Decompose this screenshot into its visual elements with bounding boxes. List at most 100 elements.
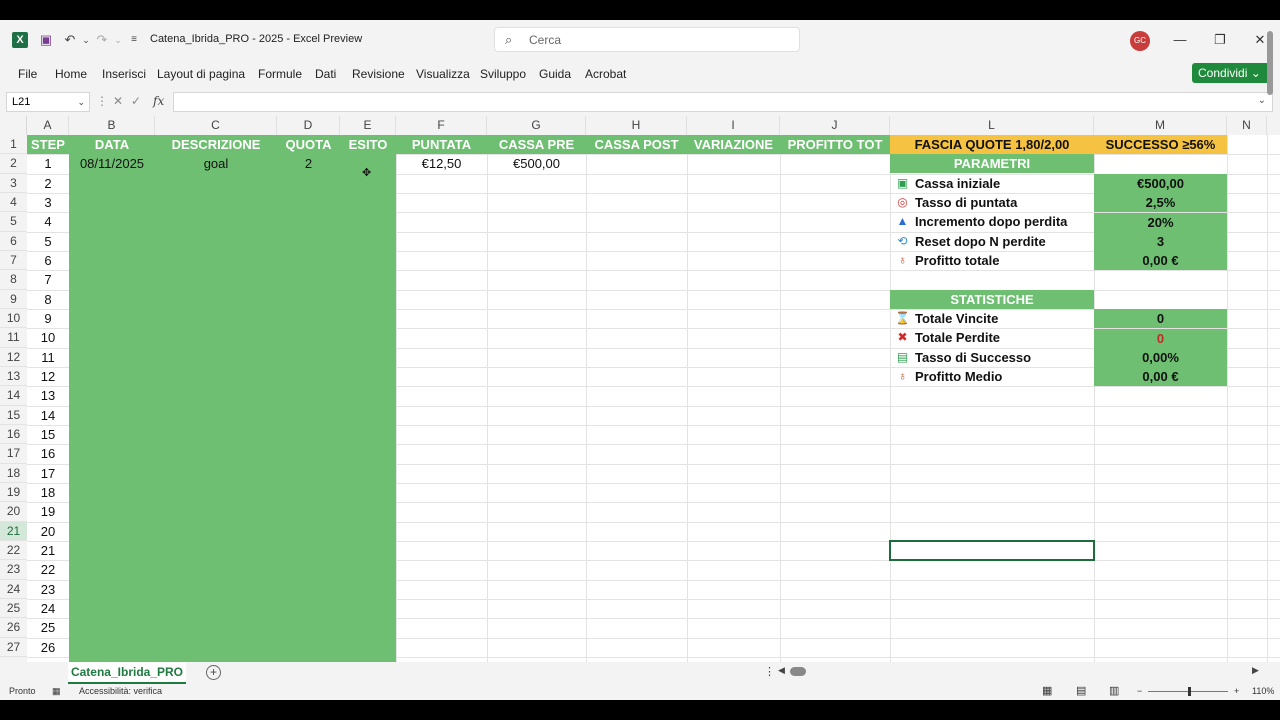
macro-icon[interactable]: ▦	[52, 686, 61, 697]
cell-step[interactable]: 24	[27, 599, 69, 618]
row-header[interactable]: 21	[0, 521, 27, 541]
cell-step[interactable]: 16	[27, 444, 69, 463]
sheet-tab[interactable]: Catena_Ibrida_PRO	[68, 662, 186, 684]
row-header[interactable]: 22	[0, 541, 27, 561]
restore-button[interactable]: ❐	[1205, 29, 1235, 51]
accessibility-status[interactable]: Accessibilità: verifica	[79, 686, 162, 696]
add-sheet-icon[interactable]: +	[206, 665, 221, 680]
cell-step[interactable]: 19	[27, 502, 69, 521]
tab-acrobat[interactable]: Acrobat	[585, 67, 626, 81]
scroll-right-icon[interactable]: ▶	[1252, 665, 1259, 676]
cell-step[interactable]: 26	[27, 638, 69, 657]
worksheet-grid[interactable]: A B C D E F G H I J L M N 1 2 3 4 5 6 7 8 9 10 11 1…	[0, 116, 1280, 662]
column-header[interactable]: L	[890, 116, 1094, 135]
redo-dropdown-icon[interactable]: ⌄	[110, 32, 126, 48]
cell-step[interactable]: 5	[27, 232, 69, 251]
cell-step[interactable]: 12	[27, 367, 69, 386]
header-data[interactable]: DATA	[69, 135, 155, 154]
column-header[interactable]: B	[69, 116, 155, 135]
parametri-value[interactable]: €500,00	[1094, 174, 1227, 194]
expand-formula-icon[interactable]: ⌄	[1258, 95, 1266, 106]
header-cassa-pre[interactable]: CASSA PRE	[487, 135, 586, 154]
cell-step[interactable]: 13	[27, 386, 69, 405]
cancel-icon[interactable]: ✕	[113, 94, 123, 108]
cell-step[interactable]: 6	[27, 251, 69, 270]
tab-inserisci[interactable]: Inserisci	[102, 67, 146, 81]
search-input[interactable]: ⌕ Cerca	[494, 27, 800, 52]
selected-cell-L21[interactable]	[889, 540, 1095, 561]
zoom-slider-thumb[interactable]	[1188, 687, 1191, 696]
vertical-scrollbar[interactable]	[1267, 31, 1273, 95]
parametri-value[interactable]: 0,00 €	[1094, 251, 1227, 271]
column-header[interactable]: I	[687, 116, 780, 135]
cell-step[interactable]: 4	[27, 212, 69, 231]
column-header[interactable]: H	[586, 116, 687, 135]
header-esito[interactable]: ESITO	[340, 135, 396, 154]
column-header[interactable]: C	[155, 116, 277, 135]
tab-formule[interactable]: Formule	[258, 67, 302, 81]
header-descrizione[interactable]: DESCRIZIONE	[155, 135, 277, 154]
parametri-label[interactable]: Cassa iniziale	[915, 174, 1000, 193]
row-header[interactable]: 6	[0, 232, 27, 251]
column-header[interactable]: G	[487, 116, 586, 135]
column-header[interactable]: F	[396, 116, 487, 135]
statistiche-label[interactable]: Totale Vincite	[915, 309, 998, 328]
row-header[interactable]: 10	[0, 309, 27, 329]
save-icon[interactable]: ▣	[38, 32, 54, 48]
statistiche-label[interactable]: Tasso di Successo	[915, 348, 1031, 367]
cell-step[interactable]: 15	[27, 425, 69, 444]
statistiche-value[interactable]: 0,00%	[1094, 348, 1227, 368]
chevron-down-icon[interactable]: ⌄	[77, 93, 85, 111]
statistiche-label[interactable]: Profitto Medio	[915, 367, 1002, 386]
formula-input[interactable]: ⌄	[173, 92, 1273, 112]
row-header[interactable]: 14	[0, 386, 27, 406]
parametri-label[interactable]: Profitto totale	[915, 251, 1000, 270]
name-box[interactable]: L21 ⌄	[6, 92, 90, 112]
parametri-value[interactable]: 2,5%	[1094, 193, 1227, 213]
cell-step[interactable]: 21	[27, 541, 69, 560]
cell-step[interactable]: 14	[27, 406, 69, 425]
row-header[interactable]: 3	[0, 174, 27, 193]
cell-step[interactable]: 10	[27, 328, 69, 347]
redo-icon[interactable]: ↷	[94, 32, 110, 48]
zoom-in-icon[interactable]: +	[1234, 686, 1239, 696]
tab-guida[interactable]: Guida	[539, 67, 571, 81]
row-header[interactable]: 18	[0, 464, 27, 483]
row-header[interactable]: 8	[0, 270, 27, 290]
cell-step[interactable]: 1	[27, 154, 69, 173]
column-header[interactable]: J	[780, 116, 890, 135]
header-profitto-tot[interactable]: PROFITTO TOT	[780, 135, 890, 154]
row-header[interactable]: 27	[0, 638, 27, 657]
row-header[interactable]: 11	[0, 328, 27, 348]
row-header[interactable]: 16	[0, 425, 27, 445]
row-header[interactable]: 1	[0, 135, 27, 155]
page-break-icon[interactable]: ▥	[1109, 684, 1119, 697]
cell-data[interactable]: 08/11/2025	[69, 154, 155, 173]
cell-step[interactable]: 11	[27, 348, 69, 367]
cell-step[interactable]: 17	[27, 464, 69, 483]
row-header[interactable]: 15	[0, 406, 27, 425]
scroll-left-icon[interactable]: ◀	[778, 665, 785, 676]
cell-step[interactable]: 2	[27, 174, 69, 193]
row-header[interactable]: 5	[0, 212, 27, 232]
cell-step[interactable]: 9	[27, 309, 69, 328]
horizontal-scrollbar[interactable]	[790, 667, 806, 676]
avatar[interactable]: GC	[1130, 31, 1150, 51]
cell-step[interactable]: 20	[27, 522, 69, 541]
row-header[interactable]: 9	[0, 290, 27, 309]
zoom-out-icon[interactable]: −	[1137, 686, 1142, 696]
row-header[interactable]: 25	[0, 599, 27, 619]
cell-quota[interactable]: 2	[277, 154, 340, 173]
cells-area[interactable]: STEP DATA DESCRIZIONE QUOTA ESITO PUNTAT…	[27, 135, 1280, 662]
column-header[interactable]: M	[1094, 116, 1227, 135]
cell-step[interactable]: 7	[27, 270, 69, 289]
row-header[interactable]: 17	[0, 444, 27, 464]
function-icon[interactable]: fx	[153, 94, 164, 108]
normal-view-icon[interactable]: ▦	[1042, 684, 1052, 697]
statistiche-value[interactable]: 0	[1094, 309, 1227, 329]
cell-cassa-pre[interactable]: €500,00	[487, 154, 586, 173]
select-all-corner[interactable]	[0, 116, 27, 135]
cell-step[interactable]: 8	[27, 290, 69, 309]
share-button[interactable]: Condividi ⌄	[1192, 63, 1270, 83]
row-header[interactable]: 19	[0, 483, 27, 503]
